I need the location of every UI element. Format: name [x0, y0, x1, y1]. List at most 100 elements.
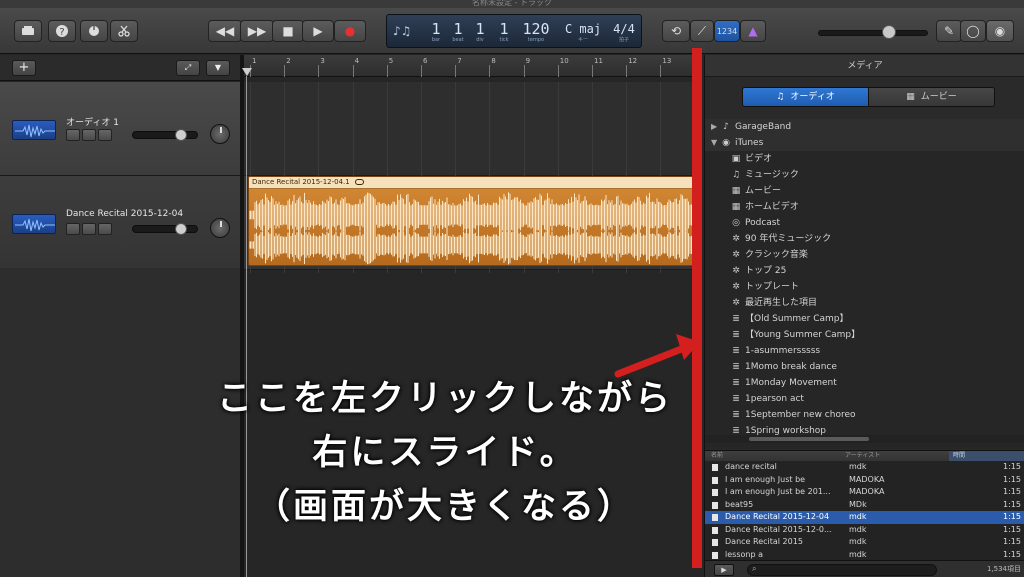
loop-browser-button[interactable]: ◯ — [960, 20, 986, 42]
source-list-item[interactable]: ≣ 1-asummersssss — [705, 343, 1024, 359]
record-enable-button[interactable] — [98, 129, 112, 141]
master-volume-knob[interactable] — [882, 25, 896, 39]
snap-button[interactable]: ▼ — [206, 60, 230, 76]
play-button[interactable]: ▶ — [302, 20, 334, 42]
editors-button[interactable] — [110, 20, 138, 42]
mute-button[interactable] — [66, 129, 80, 141]
table-row[interactable]: lessonp a mdk 1:15 — [705, 549, 1024, 561]
preview-play-button[interactable]: ▶ — [714, 564, 734, 576]
source-list-item[interactable]: ≣ 1Monday Movement — [705, 375, 1024, 391]
tuner-button[interactable]: ⟋ — [690, 20, 714, 42]
plus-icon: + — [18, 60, 30, 75]
track-volume-knob[interactable] — [175, 223, 187, 235]
record-button[interactable]: ● — [334, 20, 366, 42]
audio-tab[interactable]: ♫ オーディオ — [743, 88, 868, 106]
source-list-item[interactable]: ◎ Podcast — [705, 215, 1024, 231]
rewind-button[interactable]: ◀◀ — [208, 20, 242, 42]
playlist-icon: ≣ — [732, 314, 740, 324]
track-volume-knob[interactable] — [175, 129, 187, 141]
loop-icon: ◯ — [966, 24, 980, 38]
column-artist-header[interactable]: アーティスト — [845, 451, 880, 461]
fast-forward-button[interactable]: ▶▶ — [240, 20, 274, 42]
track-header-1[interactable]: オーディオ 1 — [0, 82, 240, 176]
source-list-item[interactable]: ≣ 【Old Summer Camp】 — [705, 311, 1024, 327]
ruler-bar-number: 8 — [491, 57, 496, 65]
source-list-item[interactable]: ▼ ◉ iTunes — [705, 135, 1024, 151]
track-header-2[interactable]: Dance Recital 2015-12-04 — [0, 176, 240, 270]
media-icon: ◉ — [994, 24, 1006, 38]
media-search-field[interactable]: ⌕ — [747, 564, 937, 576]
catch-playhead-button[interactable]: ⤢ — [176, 60, 200, 76]
notepad-button[interactable]: ✎ — [936, 20, 962, 42]
source-list-item[interactable]: ✲ クラシック音楽 — [705, 247, 1024, 263]
source-list-item[interactable]: ▦ ホームビデオ — [705, 199, 1024, 215]
solo-button[interactable] — [82, 129, 96, 141]
audio-region[interactable]: Dance Recital 2015-12-04.1 — [248, 176, 694, 266]
track-pan-knob[interactable] — [210, 218, 230, 238]
source-list-label: 【Young Summer Camp】 — [745, 330, 861, 340]
source-list-item[interactable]: ✲ トップ 25 — [705, 263, 1024, 279]
table-row[interactable]: dance recital mdk 1:15 — [705, 461, 1024, 474]
source-list-item[interactable]: ≣ 1September new choreo — [705, 407, 1024, 423]
source-list-item[interactable]: ♫ ミュージック — [705, 167, 1024, 183]
source-list-label: 1pearson act — [745, 394, 804, 404]
master-volume-slider[interactable] — [818, 30, 928, 36]
solo-button[interactable] — [82, 223, 96, 235]
table-row[interactable]: Dance Recital 2015 mdk 1:15 — [705, 536, 1024, 549]
metronome-button[interactable]: ▲ — [740, 20, 766, 42]
playhead-handle[interactable] — [242, 68, 252, 76]
playlist-icon: ≣ — [732, 330, 740, 340]
record-enable-button[interactable] — [98, 223, 112, 235]
track-name[interactable]: Dance Recital 2015-12-04 — [66, 209, 183, 219]
ruler-bar-number: 13 — [662, 57, 672, 65]
stop-button[interactable]: ■ — [272, 20, 304, 42]
source-list-item[interactable]: ▣ ビデオ — [705, 151, 1024, 167]
disclosure-open-icon[interactable]: ▼ — [711, 135, 717, 151]
media-file-table: 名前 アーティスト 時間 dance recital mdk 1:15 I am en… — [705, 450, 1024, 560]
add-track-button[interactable]: + — [12, 60, 36, 76]
source-list-item[interactable]: ✲ 90 年代ミュージック — [705, 231, 1024, 247]
ruler-tick — [489, 65, 491, 77]
ruler-tick — [318, 65, 320, 77]
lcd-display[interactable]: ♪♫ 1 bar 1 beat 1 div 1 tick 120 tempo C… — [386, 14, 642, 48]
timeline-ruler[interactable]: 1 2 3 4 5 6 7 8 9 10 11 12 13 — [244, 55, 694, 77]
source-list-item[interactable]: ≣ 1pearson act — [705, 391, 1024, 407]
source-list-item[interactable]: ≣ 【Young Summer Camp】 — [705, 327, 1024, 343]
table-row[interactable]: I am enough Just be MADOKA 1:15 — [705, 474, 1024, 487]
source-list-item[interactable]: ▶ ♪ GarageBand — [705, 119, 1024, 135]
source-list-item[interactable]: ✲ トップレート — [705, 279, 1024, 295]
source-list-label: 最近再生した項目 — [745, 298, 818, 308]
ruler-bar-number: 11 — [594, 57, 603, 65]
track-pan-knob[interactable] — [210, 124, 230, 144]
disclosure-closed-icon[interactable]: ▶ — [711, 119, 717, 135]
region-title-bar[interactable]: Dance Recital 2015-12-04.1 — [249, 177, 693, 189]
cycle-button[interactable]: ⟲ — [662, 20, 690, 42]
ruler-bar-number: 3 — [320, 57, 325, 65]
library-button[interactable] — [14, 20, 42, 42]
track-name[interactable]: オーディオ 1 — [66, 115, 119, 128]
audio-file-icon — [712, 539, 718, 546]
track-volume-slider[interactable] — [132, 223, 198, 235]
source-list-item[interactable]: ▦ ムービー — [705, 183, 1024, 199]
table-row[interactable]: I am enough Just be 201... MADOKA 1:15 — [705, 486, 1024, 499]
table-row[interactable]: beat95 MDk 1:15 — [705, 499, 1024, 512]
table-row[interactable]: Dance Recital 2015-12-04 mdk 1:15 — [705, 511, 1024, 524]
window-title: 名称未設定 - トラック — [472, 0, 552, 7]
source-list-item[interactable]: ≣ 1Momo break dance — [705, 359, 1024, 375]
movie-tab[interactable]: ▦ ムービー — [868, 88, 994, 106]
mute-button[interactable] — [66, 223, 80, 235]
column-time-header[interactable]: 時間 — [949, 451, 1024, 461]
ruler-tick — [592, 65, 593, 77]
media-browser-button[interactable]: ◉ — [986, 20, 1014, 42]
tuner-icon: ♪♫ — [393, 24, 412, 38]
source-list-scrollbar[interactable] — [705, 435, 1024, 443]
source-list-item[interactable]: ✲ 最近再生した項目 — [705, 295, 1024, 311]
cell-name: Dance Recital 2015-12-0... — [725, 524, 832, 534]
scrollbar-thumb[interactable] — [749, 437, 869, 441]
track-volume-slider[interactable] — [132, 129, 198, 141]
table-row[interactable]: Dance Recital 2015-12-0... mdk 1:15 — [705, 524, 1024, 537]
smart-controls-button[interactable] — [80, 20, 108, 42]
help-button[interactable]: ? — [48, 20, 76, 42]
media-browser: メディア ♫ オーディオ ▦ ムービー ▶ ♪ GarageBand ▼ ◉ iTunes ▣ ビ… — [704, 55, 1024, 577]
count-in-button[interactable]: 1234 — [714, 20, 740, 42]
